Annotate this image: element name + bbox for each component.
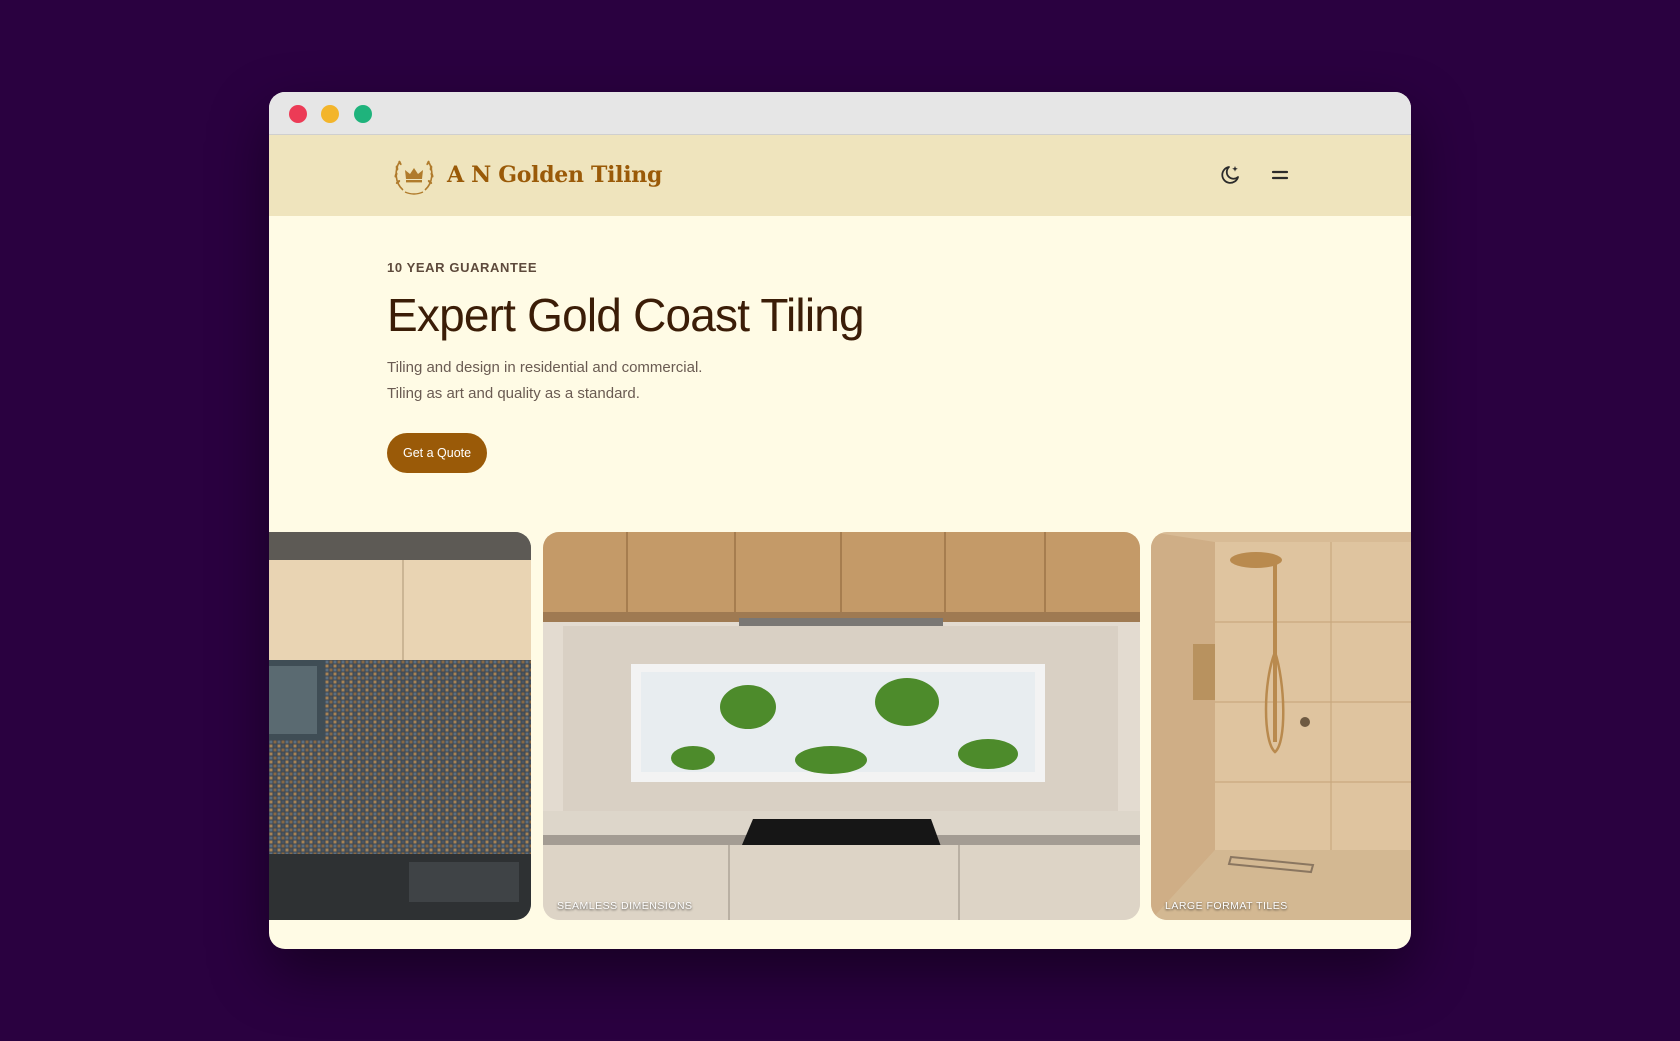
browser-window: A N Golden Tiling 10 YEAR GUARANTEE Expe… bbox=[269, 92, 1411, 949]
hero-subline-1: Tiling and design in residential and com… bbox=[387, 358, 703, 376]
window-titlebar bbox=[269, 92, 1411, 135]
get-a-quote-button[interactable]: Get a Quote bbox=[387, 432, 488, 473]
mosaic-splashback-photo bbox=[269, 532, 531, 920]
hero-subline-2: Tiling as art and quality as a standard. bbox=[387, 384, 640, 402]
site-navbar: A N Golden Tiling bbox=[269, 135, 1411, 216]
moon-icon[interactable] bbox=[1217, 162, 1243, 188]
gallery-card-mosaic[interactable] bbox=[269, 532, 531, 920]
brand-home-link[interactable]: A N Golden Tiling bbox=[389, 150, 662, 200]
project-gallery[interactable]: SEAMLESS DIMENSIONS LARGE FORMAT TILES bbox=[269, 532, 1411, 922]
hero-headline: Expert Gold Coast Tiling bbox=[387, 289, 865, 341]
menu-icon[interactable] bbox=[1267, 162, 1293, 188]
hero-subline: Tiling and design in residential and com… bbox=[387, 355, 1187, 407]
guarantee-eyebrow: 10 YEAR GUARANTEE bbox=[387, 260, 538, 275]
minimize-window-button[interactable] bbox=[321, 105, 339, 123]
brand-name: A N Golden Tiling bbox=[447, 162, 663, 188]
gallery-caption-large-format-tiles: LARGE FORMAT TILES bbox=[1165, 900, 1288, 912]
close-window-button[interactable] bbox=[289, 105, 307, 123]
kitchen-window-photo bbox=[543, 532, 1140, 920]
gallery-card-seamless-dimensions[interactable]: SEAMLESS DIMENSIONS bbox=[543, 532, 1140, 920]
maximize-window-button[interactable] bbox=[354, 105, 372, 123]
gallery-caption-seamless-dimensions: SEAMLESS DIMENSIONS bbox=[557, 900, 693, 912]
crown-laurel-logo-icon bbox=[394, 160, 434, 195]
shower-large-format-tiles-photo bbox=[1151, 532, 1411, 920]
gallery-card-large-format-tiles[interactable]: LARGE FORMAT TILES bbox=[1151, 532, 1411, 920]
hero-section: 10 YEAR GUARANTEE Expert Gold Coast Tili… bbox=[387, 260, 1187, 473]
